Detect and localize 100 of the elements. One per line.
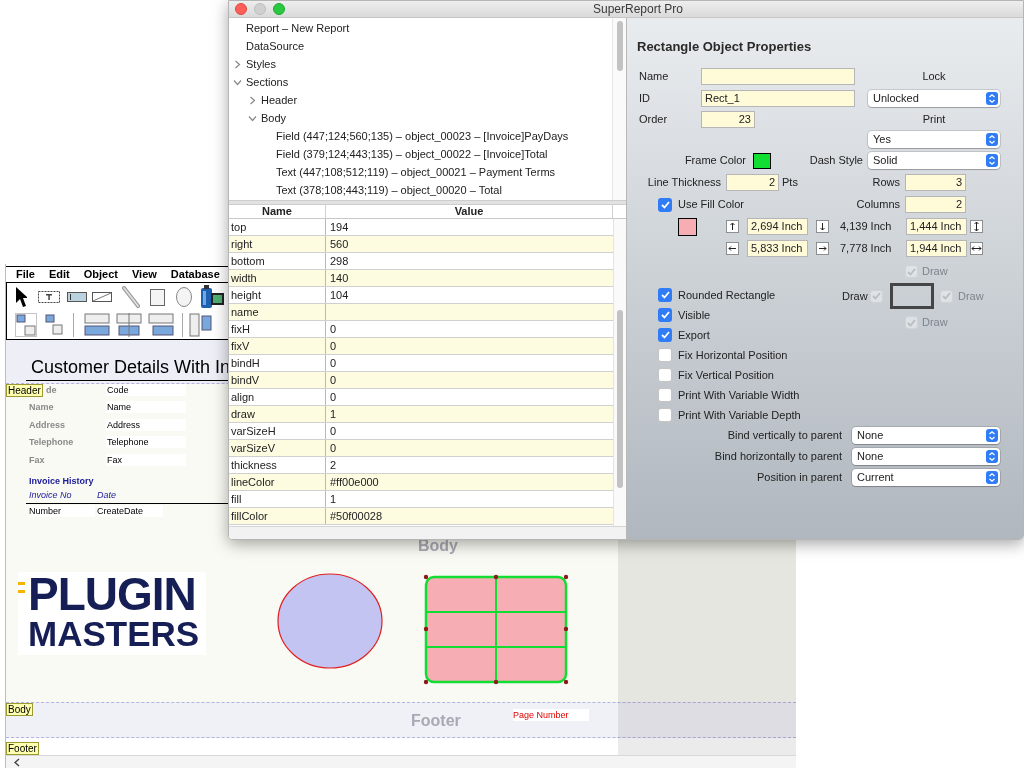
dropdown[interactable]: None <box>852 448 1000 465</box>
align-icon[interactable] <box>45 314 63 336</box>
resize-handle[interactable] <box>563 626 569 632</box>
text-field[interactable]: Rect_1 <box>701 89 855 107</box>
text-field[interactable]: CreateDate <box>97 505 163 517</box>
tree-item[interactable]: Header <box>261 91 298 109</box>
tree-item[interactable]: Text (447;108;512;119) – object_00021 – Payment Terms <box>276 163 556 181</box>
checkbox-label[interactable]: Export <box>678 326 710 344</box>
field-label: Print <box>921 111 947 127</box>
menu-item[interactable]: View <box>131 269 157 280</box>
resize-handle[interactable] <box>423 626 429 632</box>
checkbox-label[interactable]: Print With Variable Width <box>678 386 800 404</box>
checkbox[interactable] <box>658 288 672 302</box>
film-icon[interactable] <box>200 284 224 310</box>
text-field[interactable]: 5,833 Inch <box>747 239 808 257</box>
stepper-icon[interactable] <box>986 133 998 146</box>
align-icon[interactable] <box>189 313 213 337</box>
chevron-left-icon[interactable] <box>14 757 20 767</box>
align-icon[interactable] <box>84 313 110 337</box>
stepper-icon[interactable] <box>986 154 998 167</box>
resize-handle[interactable] <box>423 574 429 580</box>
chevron-right-icon[interactable] <box>248 95 257 105</box>
text-field[interactable]: Fax <box>106 454 186 466</box>
close-button[interactable] <box>235 3 247 15</box>
tree-item[interactable]: Body <box>261 109 287 127</box>
checkbox-label[interactable]: Print With Variable Depth <box>678 406 801 424</box>
text-field[interactable]: Number <box>29 505 95 517</box>
text-field[interactable]: Code <box>106 384 186 396</box>
checkbox-label[interactable]: Fix Horizontal Position <box>678 346 788 364</box>
tree-item[interactable]: Sections <box>246 73 289 91</box>
checkbox[interactable] <box>658 348 672 362</box>
color-swatch[interactable] <box>753 152 771 169</box>
chevron-down-icon[interactable] <box>248 113 257 123</box>
menu-item[interactable]: Edit <box>48 269 70 280</box>
checkbox-label[interactable]: Fix Vertical Position <box>678 366 774 384</box>
checkbox[interactable] <box>658 388 672 402</box>
table-cell: name <box>229 304 326 320</box>
tree-item[interactable]: Field (379;124;443;135) – object_00022 – [Invoice]Total <box>276 145 548 163</box>
checkbox[interactable] <box>658 368 672 382</box>
text-field[interactable]: 23 <box>701 110 755 128</box>
resize-handle[interactable] <box>493 679 499 685</box>
column-header[interactable]: Name <box>229 205 326 218</box>
menu-item[interactable]: Object <box>83 269 118 280</box>
rectangle-tool-icon[interactable] <box>150 288 165 306</box>
dropdown[interactable]: Unlocked <box>868 89 1000 107</box>
table-cell: align <box>229 389 326 405</box>
field-tool-icon[interactable] <box>67 292 87 302</box>
checkbox[interactable] <box>658 408 672 422</box>
scrollbar-thumb[interactable] <box>617 21 623 71</box>
pointer-icon[interactable] <box>15 286 27 308</box>
scrollbar-thumb[interactable] <box>617 310 623 488</box>
checkbox[interactable] <box>658 308 672 322</box>
align-icon[interactable] <box>15 313 37 337</box>
tree-item[interactable]: Report – New Report <box>246 19 350 37</box>
tree-item[interactable]: Styles <box>246 55 276 73</box>
dropdown[interactable]: None <box>852 427 1000 444</box>
resize-handle[interactable] <box>563 679 569 685</box>
tree-item[interactable]: DataSource <box>246 37 305 55</box>
checkbox[interactable] <box>658 328 672 342</box>
field-label: Name <box>29 401 54 413</box>
resize-handle[interactable] <box>563 574 569 580</box>
text-tool-icon[interactable] <box>38 291 60 303</box>
menu-item[interactable]: Database <box>170 269 220 280</box>
dropdown[interactable]: Current <box>852 469 1000 486</box>
dropdown[interactable]: Yes <box>868 131 1000 148</box>
text-field[interactable]: Name <box>106 401 186 413</box>
text-field[interactable]: 2 <box>905 196 966 213</box>
text-field[interactable]: 1,944 Inch <box>906 239 967 257</box>
zoom-button[interactable] <box>273 3 285 15</box>
checkbox[interactable] <box>658 197 672 212</box>
resize-handle[interactable] <box>423 679 429 685</box>
text-field[interactable] <box>701 67 855 85</box>
stepper-icon[interactable] <box>986 91 998 105</box>
text-field[interactable]: 3 <box>905 173 966 191</box>
field-label: Bind vertically to parent <box>726 428 842 444</box>
stepper-icon[interactable] <box>986 450 998 463</box>
oval-tool-icon[interactable] <box>176 287 192 307</box>
diagonal-field-icon[interactable] <box>92 292 112 302</box>
menu-item[interactable]: File <box>16 269 35 280</box>
column-header[interactable]: Value <box>326 205 613 218</box>
line-tool-icon[interactable] <box>122 286 140 308</box>
checkbox-label[interactable]: Use Fill Color <box>678 196 744 213</box>
chevron-down-icon[interactable] <box>233 77 242 87</box>
text-field[interactable]: 1,444 Inch <box>906 218 967 235</box>
text-field[interactable]: Telephone <box>106 436 186 448</box>
stepper-icon[interactable] <box>986 429 998 442</box>
chevron-right-icon[interactable] <box>233 59 242 69</box>
dropdown[interactable]: Solid <box>868 152 1000 169</box>
tree-item[interactable]: Text (378;108;443;119) – object_00020 – Total <box>276 181 502 199</box>
resize-handle[interactable] <box>493 574 499 580</box>
color-swatch[interactable] <box>678 217 697 236</box>
checkbox-label[interactable]: Rounded Rectangle <box>678 286 776 304</box>
checkbox-label[interactable]: Visible <box>678 306 711 324</box>
stepper-icon[interactable] <box>986 471 998 484</box>
align-icon[interactable] <box>116 313 142 337</box>
text-field[interactable]: 2,694 Inch <box>747 218 808 235</box>
text-field[interactable]: Address <box>106 419 186 431</box>
text-field[interactable]: 2 <box>726 173 779 191</box>
align-icon[interactable] <box>148 313 174 337</box>
tree-item[interactable]: Field (447;124;560;135) – object_00023 – [Invoice]PayDays <box>276 127 569 145</box>
